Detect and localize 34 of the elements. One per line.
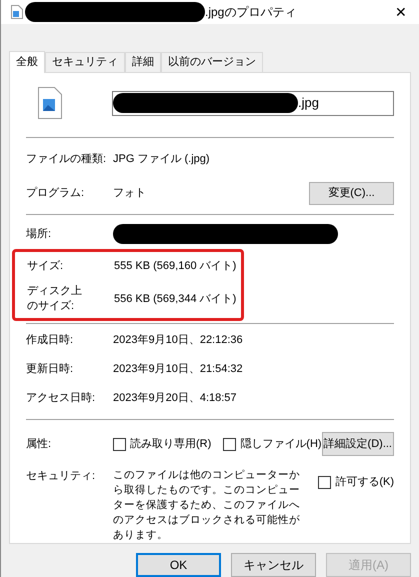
field-value: 555 KB (569,160 バイト) xyxy=(114,258,236,274)
checkbox[interactable]: 読み取り専用(R) xyxy=(113,436,212,452)
security-warning: このファイルは他のコンピューターから取得したものです。このコンピューターを保護するため、このファイルへのアクセスはブロックされる可能性があります。 xyxy=(113,468,301,543)
field-label: 作成日時: xyxy=(26,333,74,348)
image-file-icon xyxy=(38,87,62,119)
tab[interactable]: 詳細 xyxy=(125,52,161,72)
window-title: .jpgのプロパティ xyxy=(205,4,296,21)
field-label: アクセス日時: xyxy=(26,391,96,406)
close-button[interactable]: ✕ xyxy=(391,2,411,22)
field-label: 属性: xyxy=(26,436,52,452)
change-button[interactable]: 変更(C)... xyxy=(309,182,394,204)
dialog-button[interactable]: キャンセル xyxy=(231,553,316,577)
advanced-button[interactable]: 詳細設定(D)... xyxy=(322,432,394,456)
image-file-icon xyxy=(11,5,23,19)
tab[interactable]: 全般 xyxy=(9,51,45,73)
field-value: 2023年9月10日、22:12:36 xyxy=(113,333,243,348)
field-label: プログラム: xyxy=(26,186,84,201)
field-label: セキュリティ: xyxy=(26,470,96,482)
tab[interactable]: 以前のバージョン xyxy=(161,52,263,72)
checkbox[interactable]: 隠しファイル(H) xyxy=(223,436,322,452)
field-label: ファイルの種類: xyxy=(26,152,106,167)
field-label: 更新日時: xyxy=(26,362,74,378)
field-value: JPG ファイル (.jpg) xyxy=(113,152,211,167)
field-value: 2023年9月10日、21:54:32 xyxy=(113,362,243,378)
field-label: サイズ: xyxy=(27,258,64,274)
dialog-button[interactable]: OK xyxy=(136,553,221,577)
checkbox[interactable]: 許可する(K) xyxy=(318,474,394,490)
field-value: 556 KB (569,344 バイト) xyxy=(114,292,236,307)
field-label: ディスク上のサイズ: xyxy=(27,284,83,314)
file-name-field[interactable]: .jpg xyxy=(112,90,394,116)
tab[interactable]: セキュリティ xyxy=(45,52,125,72)
field-label: 場所: xyxy=(26,226,52,242)
field-value: 2023年9月20日、4:18:57 xyxy=(113,391,237,406)
field-value: フォト xyxy=(113,186,147,201)
